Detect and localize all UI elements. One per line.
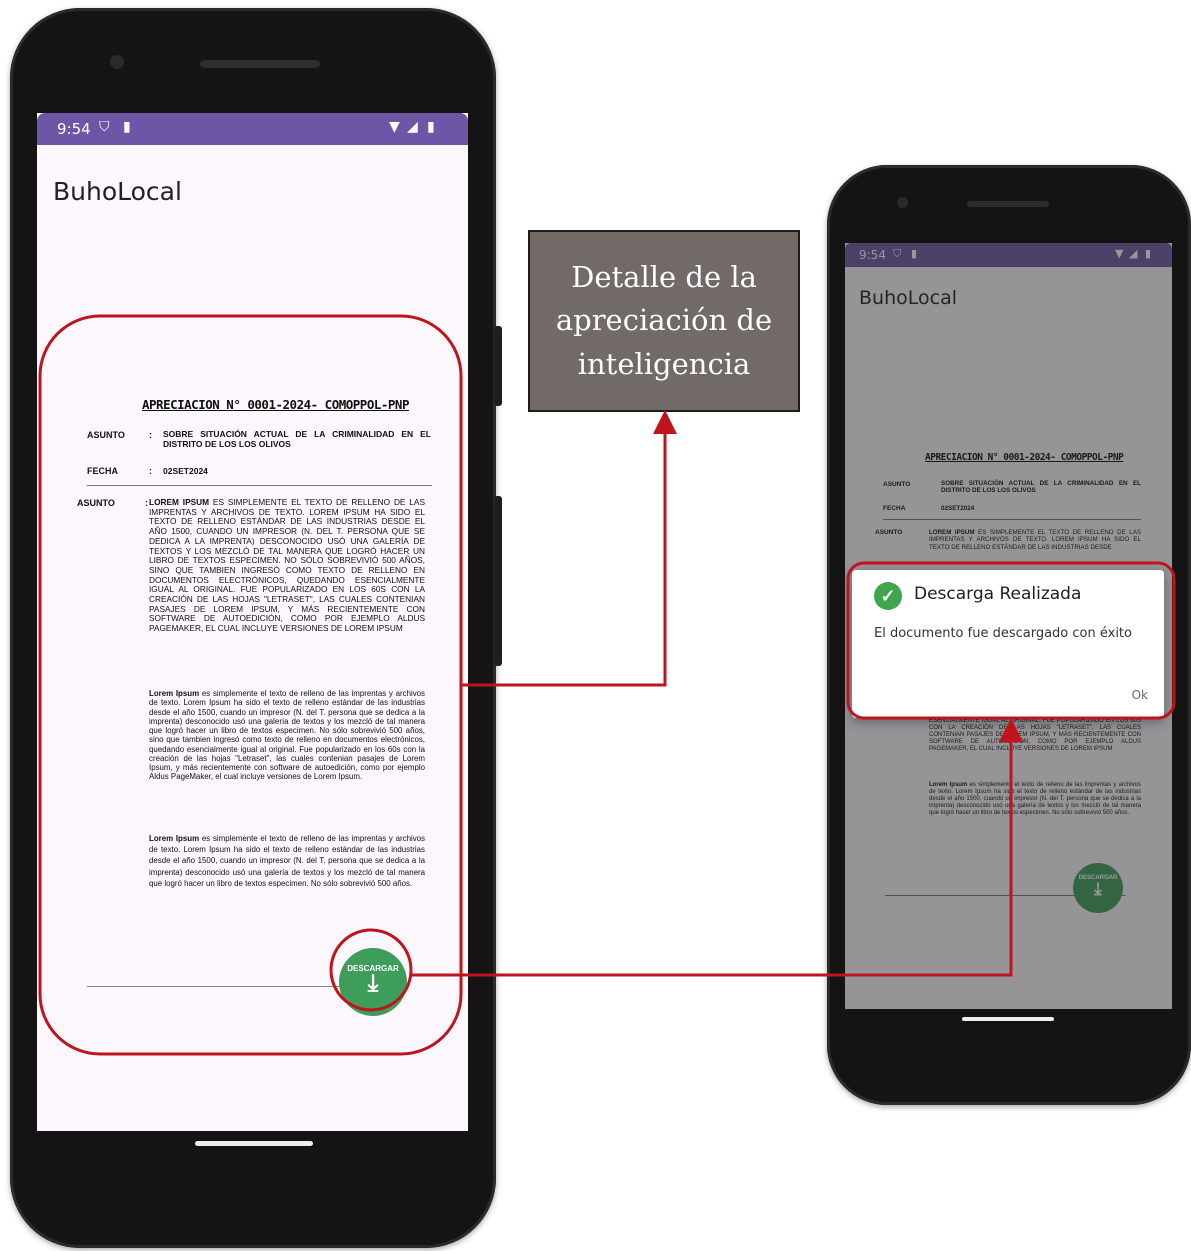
body-paragraph-2: Lorem Ipsum es simplemente el texto de r… [149,689,425,782]
document-divider [87,485,432,486]
earpiece-speaker [200,60,320,68]
asunto-value: SOBRE SITUACIÓN ACTUAL DE LA CRIMINALIDA… [163,429,431,449]
dialog-message: El documento fue descargado con éxito [874,626,1132,641]
para2-text: es simplemente el texto de relleno de la… [149,689,425,782]
para3-lead: Lorem Ipsum [149,834,200,843]
download-dialog: ✓ Descarga Realizada El documento fue de… [852,570,1164,718]
power-button[interactable] [494,326,502,406]
signal-icon: ◢ [407,119,418,135]
body-paragraph-1: LOREM IPSUM ES SIMPLEMENTE EL TEXTO DE R… [149,497,425,634]
body-asunto-colon: : [145,498,148,508]
front-camera [110,55,124,69]
fecha-value: 02SET2024 [163,466,208,476]
shield-icon: ⛉ [99,119,110,135]
asunto-label: ASUNTO [87,430,125,440]
annotation-box: Detalle de la apreciación de inteligenci… [528,230,800,412]
para2-lead: Lorem Ipsum [149,689,200,698]
phone-left: 9:54 ⛉ ▮ ▼ ◢ ▮ BuhoLocal APRECIACION N° … [10,8,502,1248]
sim-icon: ▮ [123,119,131,135]
asunto-colon: : [149,430,152,440]
document-title: APRECIACION N° 0001-2024- COMOPPOL-PNP [142,397,409,412]
status-bar: 9:54 ⛉ ▮ ▼ ◢ ▮ [37,113,468,145]
status-time: 9:54 [57,120,91,138]
download-button[interactable]: DESCARGAR ⤓ [339,948,407,1016]
fecha-label: FECHA [87,466,118,476]
screen-left: 9:54 ⛉ ▮ ▼ ◢ ▮ BuhoLocal APRECIACION N° … [37,113,468,1131]
annotation-text: Detalle de la apreciación de inteligenci… [555,259,773,381]
body-text: ES SIMPLEMENTE EL TEXTO DE RELLENO DE LA… [149,497,425,634]
earpiece-speaker [967,201,1049,207]
front-camera [897,197,908,208]
body-paragraph-3: Lorem Ipsum es simplemente el texto de r… [149,833,425,889]
phone-right: 9:54 ⛉ ▮ ▼ ◢ ▮ BuhoLocal APRECIACION N° … [827,165,1191,1105]
volume-button[interactable] [494,496,502,666]
check-circle-icon: ✓ [874,582,902,610]
fecha-colon: : [149,466,152,476]
document-view[interactable]: APRECIACION N° 0001-2024- COMOPPOL-PNP A… [37,383,468,983]
download-icon: ⤓ [367,970,379,997]
wifi-icon: ▼ [389,119,400,135]
home-indicator[interactable] [195,1141,313,1146]
battery-icon: ▮ [427,119,435,135]
home-indicator[interactable] [962,1017,1054,1021]
screen-right: 9:54 ⛉ ▮ ▼ ◢ ▮ BuhoLocal APRECIACION N° … [845,243,1172,1009]
dialog-title: Descarga Realizada [914,584,1082,604]
body-asunto-label: ASUNTO [77,498,115,508]
body-lead: LOREM IPSUM [149,497,210,507]
dialog-ok-button[interactable]: Ok [1132,688,1148,702]
app-title: BuhoLocal [53,177,182,206]
